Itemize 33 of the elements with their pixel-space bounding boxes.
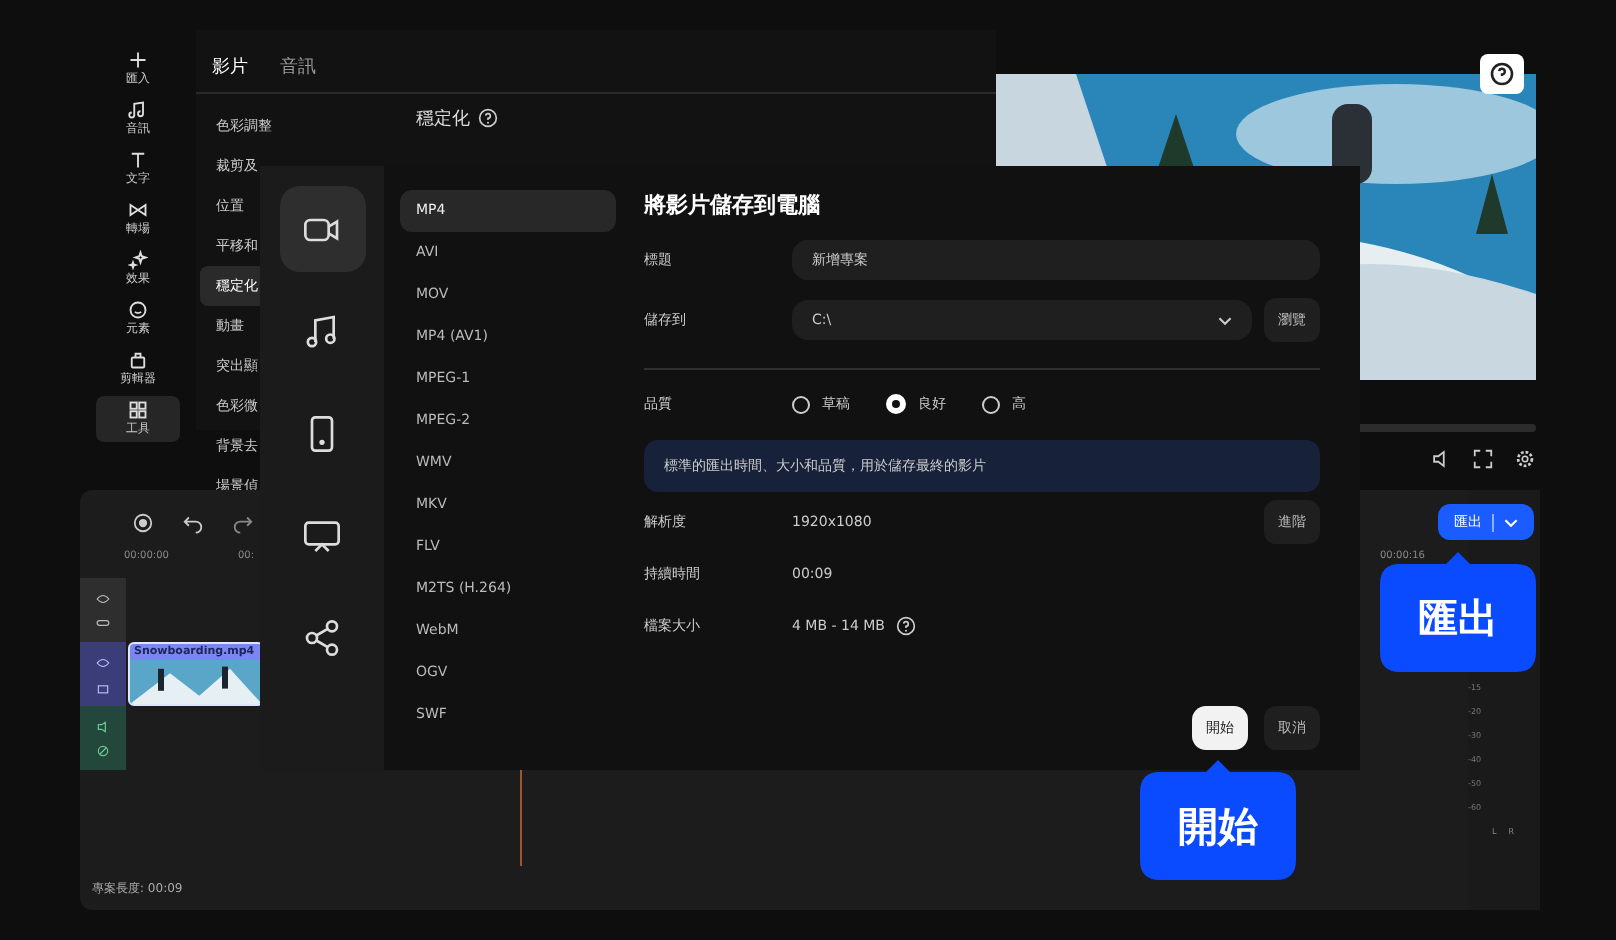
bag-icon [128, 350, 148, 370]
redo-icon[interactable] [232, 511, 254, 533]
music-icon [128, 100, 148, 120]
mute-icon[interactable] [96, 743, 110, 757]
audio-icon [302, 311, 342, 351]
radio-circle[interactable] [792, 395, 810, 413]
eye-icon[interactable] [96, 655, 110, 669]
share-icon [302, 617, 342, 657]
tv-icon [302, 515, 342, 555]
smile-icon [128, 300, 148, 320]
help-icon[interactable] [1480, 54, 1524, 94]
chevron-icon [1218, 315, 1232, 325]
help-icon[interactable] [896, 616, 917, 636]
help-icon[interactable] [478, 108, 498, 128]
section-heading: 穩定化 [416, 107, 470, 131]
fullscreen-icon[interactable] [1472, 448, 1494, 470]
transition-icon [128, 200, 148, 220]
settings-icon[interactable] [1514, 448, 1536, 470]
callout-label: 開始 [1140, 760, 1296, 880]
text-icon [128, 150, 148, 170]
audio-icon[interactable] [96, 719, 110, 733]
grid-icon [128, 400, 148, 420]
plus-icon [128, 50, 148, 70]
radio-circle[interactable] [982, 395, 1000, 413]
video-category[interactable] [279, 186, 365, 272]
record-icon[interactable] [132, 511, 154, 533]
panel-tab[interactable]: 影片 [212, 54, 248, 80]
chevron-icon [1504, 517, 1518, 527]
eye-icon[interactable] [96, 591, 110, 605]
panel-tab[interactable]: 音訊 [280, 54, 316, 80]
sparkle-icon [128, 250, 148, 270]
undo-icon[interactable] [182, 511, 204, 533]
dialog-title: 將影片儲存到電腦 [644, 190, 822, 220]
